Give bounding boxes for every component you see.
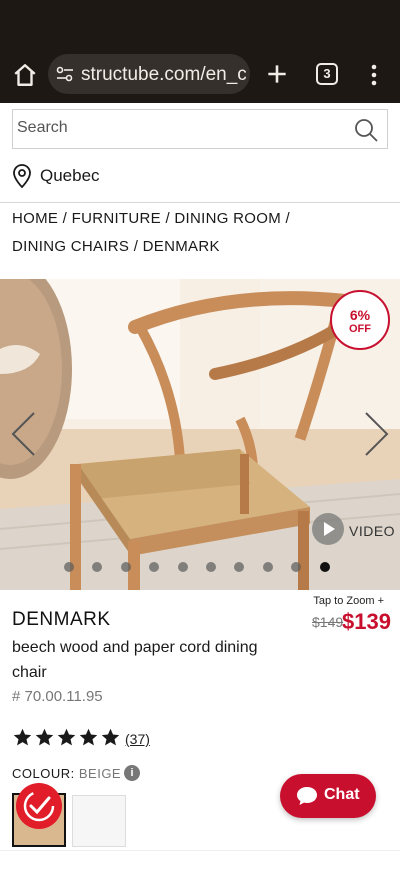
chevron-left-icon[interactable]	[8, 409, 38, 459]
carousel-dot[interactable]	[121, 562, 131, 572]
search-icon[interactable]	[353, 117, 379, 143]
colour-value: BEIGE	[78, 766, 122, 781]
breadcrumb-dining-chairs[interactable]: DINING CHAIRS	[12, 238, 129, 255]
more-menu-icon[interactable]	[368, 62, 380, 88]
star-icon	[101, 728, 120, 746]
colour-label: COLOUR: BEIGE	[12, 766, 121, 781]
breadcrumb-home[interactable]: HOME	[12, 210, 58, 227]
location-label[interactable]: Quebec	[40, 166, 100, 186]
address-bar[interactable]: structube.com/en_c	[48, 54, 250, 94]
discount-off-label: OFF	[349, 323, 371, 335]
star-icon	[79, 728, 98, 746]
discount-badge: 6% OFF	[330, 290, 390, 350]
checkmark-badge-icon[interactable]	[16, 783, 62, 829]
review-count-link[interactable]: (37)	[125, 731, 150, 747]
bottom-bar	[0, 850, 400, 891]
new-tab-icon[interactable]	[264, 61, 290, 87]
chat-button[interactable]: Chat	[280, 774, 376, 818]
star-icon	[35, 728, 54, 746]
location-pin-icon	[13, 164, 31, 188]
breadcrumb-furniture[interactable]: FURNITURE	[72, 210, 161, 227]
carousel-dot[interactable]	[149, 562, 159, 572]
video-label[interactable]: VIDEO	[349, 523, 395, 539]
tab-switcher-button[interactable]: 3	[316, 63, 338, 85]
search-bar[interactable]: Search	[12, 109, 388, 149]
breadcrumb-denmark: DENMARK	[142, 238, 220, 255]
colour-label-text: COLOUR:	[12, 766, 75, 781]
chat-label[interactable]: Chat	[324, 786, 360, 804]
store-location[interactable]: Quebec	[12, 163, 212, 189]
breadcrumb: HOME / FURNITURE / DINING ROOM / DINING …	[12, 205, 392, 261]
carousel-dot-active[interactable]	[320, 562, 330, 572]
price-new: $139	[342, 609, 391, 634]
search-input[interactable]: Search	[17, 119, 337, 137]
home-icon[interactable]	[12, 62, 38, 88]
star-icon	[13, 728, 32, 746]
carousel-dot[interactable]	[234, 562, 244, 572]
price-old: $149	[312, 614, 344, 630]
carousel-dot[interactable]	[178, 562, 188, 572]
play-icon[interactable]	[312, 513, 344, 545]
browser-toolbar: structube.com/en_c 3	[0, 0, 400, 103]
product-name: DENMARK	[12, 609, 111, 630]
breadcrumb-separator: /	[129, 238, 143, 255]
star-icon	[57, 728, 76, 746]
video-button[interactable]: VIDEO	[312, 513, 396, 547]
carousel-dot[interactable]	[263, 562, 273, 572]
product-description: beech wood and paper cord dining chair	[12, 639, 258, 681]
product-sku: # 70.00.11.95	[12, 688, 103, 705]
divider	[0, 202, 400, 203]
carousel-dot[interactable]	[291, 562, 301, 572]
breadcrumb-separator: /	[58, 210, 72, 227]
tap-to-zoom[interactable]: Tap to Zoom +	[313, 595, 384, 607]
carousel-dot[interactable]	[64, 562, 74, 572]
url-text[interactable]: structube.com/en_c	[81, 64, 246, 86]
chat-bubble-icon	[297, 787, 317, 805]
carousel-dot[interactable]	[92, 562, 102, 572]
site-settings-icon[interactable]	[56, 66, 74, 82]
browser-toolbar-row: structube.com/en_c 3	[0, 52, 400, 96]
breadcrumb-dining-room[interactable]: DINING ROOM	[174, 210, 281, 227]
breadcrumb-separator: /	[281, 210, 290, 227]
discount-percent: 6%	[349, 307, 371, 323]
info-icon[interactable]: i	[124, 765, 140, 781]
chevron-right-icon[interactable]	[362, 409, 392, 459]
carousel-dots	[60, 562, 340, 574]
breadcrumb-separator: /	[160, 210, 175, 227]
carousel-dot[interactable]	[206, 562, 216, 572]
colour-swatch-white[interactable]	[72, 795, 126, 847]
